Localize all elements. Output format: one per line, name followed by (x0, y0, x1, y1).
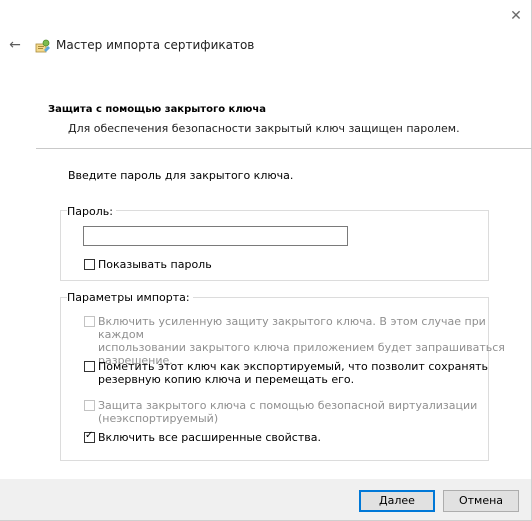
show-password-label[interactable]: Показывать пароль (98, 258, 212, 271)
page-description: Для обеспечения безопасности закрытый кл… (68, 122, 460, 135)
mark-exportable-label[interactable]: Пометить этот ключ как экспортируемый, ч… (98, 360, 488, 386)
virtualization-protection-label: Защита закрытого ключа с помощью безопас… (98, 399, 478, 425)
next-button[interactable]: Далее (359, 490, 435, 512)
header-divider (36, 148, 532, 149)
close-icon[interactable]: ✕ (506, 6, 526, 26)
extended-properties-label[interactable]: Включить все расширенные свойства. (98, 431, 321, 444)
show-password-checkbox[interactable] (84, 259, 95, 270)
certificate-wizard-icon (35, 39, 50, 53)
extended-properties-checkbox[interactable]: ✓ (84, 430, 95, 443)
back-arrow-icon[interactable]: ← (6, 36, 24, 54)
password-field[interactable] (83, 226, 348, 246)
certificate-import-wizard-window: ✕ ← Мастер импорта сертификатов Защита с… (0, 0, 532, 521)
checkmark-icon: ✓ (85, 430, 94, 441)
wizard-title: Мастер импорта сертификатов (56, 38, 255, 52)
mark-exportable-checkbox[interactable] (84, 361, 95, 372)
wizard-footer: Далее Отмена (0, 479, 531, 520)
password-prompt: Введите пароль для закрытого ключа. (68, 169, 294, 182)
page-heading: Защита с помощью закрытого ключа (48, 104, 266, 115)
virtualization-protection-checkbox[interactable] (84, 400, 95, 411)
strong-protection-checkbox[interactable] (84, 316, 95, 327)
cancel-button[interactable]: Отмена (443, 490, 519, 512)
password-group-label: Пароль: (67, 205, 116, 218)
import-options-group-label: Параметры импорта: (67, 291, 193, 304)
